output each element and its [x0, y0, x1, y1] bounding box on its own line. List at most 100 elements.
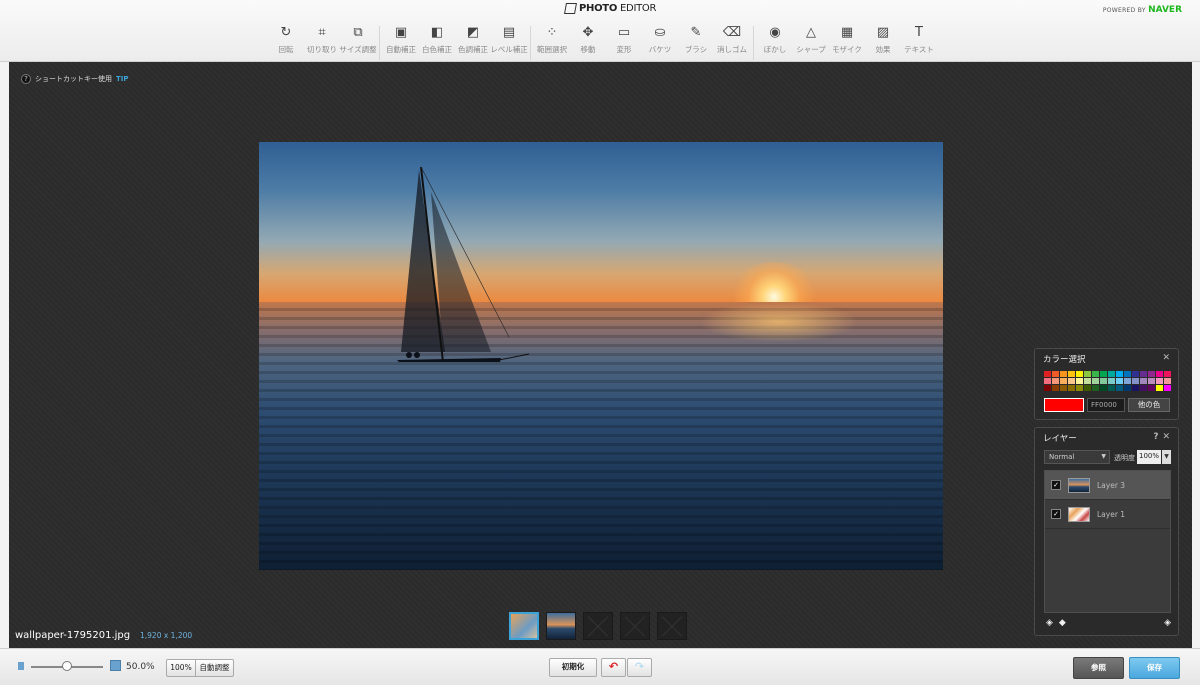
canvas-workspace[interactable]: ? ショートカットキー使用 TIP wallpaper-1795201.jpg …: [9, 62, 1192, 648]
color-swatch[interactable]: [1100, 385, 1107, 391]
file-name: wallpaper-1795201.jpg: [15, 630, 131, 641]
other-color-button[interactable]: 他の色: [1128, 398, 1170, 412]
color-swatch[interactable]: [1076, 385, 1083, 391]
color-swatch[interactable]: [1140, 385, 1147, 391]
zoom-in-icon[interactable]: [110, 660, 121, 671]
help-icon[interactable]: ?: [1154, 432, 1159, 442]
color-swatch[interactable]: [1116, 385, 1123, 391]
color-swatch[interactable]: [1124, 371, 1131, 377]
color-swatch[interactable]: [1132, 378, 1139, 384]
color-swatch[interactable]: [1084, 371, 1091, 377]
current-color-swatch[interactable]: [1044, 398, 1084, 412]
color-swatch[interactable]: [1052, 385, 1059, 391]
color-swatch[interactable]: [1068, 385, 1075, 391]
layer-delete-icon[interactable]: ◆: [1059, 618, 1066, 628]
color-swatch[interactable]: [1132, 385, 1139, 391]
tool-move[interactable]: ✥ 移動: [570, 26, 606, 55]
color-swatch[interactable]: [1092, 371, 1099, 377]
tool-mosaic[interactable]: ▦ モザイク: [829, 26, 865, 55]
color-swatch[interactable]: [1044, 385, 1051, 391]
color-swatch[interactable]: [1068, 378, 1075, 384]
color-swatch[interactable]: [1108, 385, 1115, 391]
tool-brush[interactable]: ✎ ブラシ: [678, 26, 714, 55]
color-swatch[interactable]: [1156, 371, 1163, 377]
color-swatch[interactable]: [1116, 378, 1123, 384]
tool-level-correct[interactable]: ▤ レベル補正: [490, 26, 528, 55]
undo-icon[interactable]: ↶: [601, 658, 626, 677]
color-swatch[interactable]: [1084, 378, 1091, 384]
color-swatch[interactable]: [1164, 385, 1171, 391]
browse-button[interactable]: 参照: [1073, 657, 1124, 679]
zoom-100-button[interactable]: 100%: [166, 659, 196, 677]
color-swatch[interactable]: [1068, 371, 1075, 377]
opacity-dropdown-icon[interactable]: ▼: [1162, 450, 1171, 464]
tool-auto-correct[interactable]: ▣ 自動補正: [383, 26, 419, 55]
tool-resize[interactable]: ⧉ サイズ調整: [339, 26, 376, 55]
image-canvas[interactable]: [259, 142, 943, 570]
color-swatch[interactable]: [1060, 371, 1067, 377]
color-swatch[interactable]: [1156, 378, 1163, 384]
tool-white-balance[interactable]: ◧ 白色補正: [419, 26, 455, 55]
color-swatch[interactable]: [1052, 371, 1059, 377]
thumbnail-2[interactable]: [546, 612, 576, 640]
opacity-input[interactable]: 100%: [1137, 450, 1161, 464]
hex-color-input[interactable]: FF0000: [1087, 398, 1125, 412]
color-swatch[interactable]: [1100, 378, 1107, 384]
color-swatch[interactable]: [1044, 371, 1051, 377]
tool-transform[interactable]: ▭ 変形: [606, 26, 642, 55]
color-swatch[interactable]: [1100, 371, 1107, 377]
color-swatch[interactable]: [1164, 371, 1171, 377]
color-swatch[interactable]: [1140, 371, 1147, 377]
color-swatch[interactable]: [1076, 378, 1083, 384]
tool-effect[interactable]: ▨ 効果: [865, 26, 901, 55]
color-swatch[interactable]: [1108, 378, 1115, 384]
color-swatch[interactable]: [1108, 371, 1115, 377]
close-icon[interactable]: ✕: [1162, 353, 1170, 365]
blend-mode-select[interactable]: Normal ▼: [1044, 450, 1110, 464]
reset-button[interactable]: 初期化: [549, 658, 597, 677]
color-swatch[interactable]: [1124, 385, 1131, 391]
color-swatch[interactable]: [1164, 378, 1171, 384]
color-swatch[interactable]: [1140, 378, 1147, 384]
tool-rotate[interactable]: ↻ 回転: [268, 26, 304, 55]
tool-crop[interactable]: ⌗ 切り取り: [304, 26, 340, 55]
close-icon[interactable]: ✕: [1162, 432, 1170, 442]
layer-add-icon[interactable]: ◈: [1046, 618, 1053, 628]
color-swatch[interactable]: [1148, 371, 1155, 377]
layer-row[interactable]: ✓ Layer 1: [1045, 500, 1170, 529]
zoom-fit-button[interactable]: 自動調整: [195, 659, 234, 677]
tool-text[interactable]: T テキスト: [901, 26, 937, 55]
redo-icon[interactable]: ↷: [627, 658, 652, 677]
layer-visibility-checkbox[interactable]: ✓: [1051, 509, 1061, 519]
tool-eraser[interactable]: ⌫ 消しゴム: [714, 26, 750, 55]
tool-blur[interactable]: ◉ ぼかし: [757, 26, 793, 55]
color-swatch[interactable]: [1132, 371, 1139, 377]
layer-merge-icon[interactable]: ◈: [1164, 618, 1171, 628]
tip-tag: TIP: [116, 75, 129, 83]
color-swatch[interactable]: [1148, 378, 1155, 384]
tool-bucket[interactable]: ⛀ バケツ: [642, 26, 678, 55]
color-swatch[interactable]: [1092, 378, 1099, 384]
color-swatch[interactable]: [1052, 378, 1059, 384]
tool-sharpen[interactable]: △ シャープ: [793, 26, 829, 55]
zoom-slider-handle[interactable]: [62, 661, 72, 671]
color-swatch[interactable]: [1060, 378, 1067, 384]
color-swatch[interactable]: [1084, 385, 1091, 391]
color-swatch[interactable]: [1148, 385, 1155, 391]
color-swatch[interactable]: [1156, 385, 1163, 391]
color-swatch[interactable]: [1116, 371, 1123, 377]
tool-color-correct[interactable]: ◩ 色調補正: [455, 26, 491, 55]
color-swatch[interactable]: [1060, 385, 1067, 391]
thumbnail-1[interactable]: [509, 612, 539, 640]
tool-label: 効果: [875, 45, 891, 54]
color-swatch[interactable]: [1044, 378, 1051, 384]
layer-visibility-checkbox[interactable]: ✓: [1051, 480, 1061, 490]
tool-magic-wand[interactable]: ⁘ 範囲選択: [534, 26, 570, 55]
layer-row[interactable]: ✓ Layer 3: [1045, 471, 1170, 500]
color-swatch[interactable]: [1092, 385, 1099, 391]
shortcut-tip[interactable]: ? ショートカットキー使用 TIP: [21, 74, 129, 84]
color-swatch[interactable]: [1124, 378, 1131, 384]
zoom-out-icon[interactable]: [18, 662, 24, 670]
color-swatch[interactable]: [1076, 371, 1083, 377]
save-button[interactable]: 保存: [1129, 657, 1180, 679]
